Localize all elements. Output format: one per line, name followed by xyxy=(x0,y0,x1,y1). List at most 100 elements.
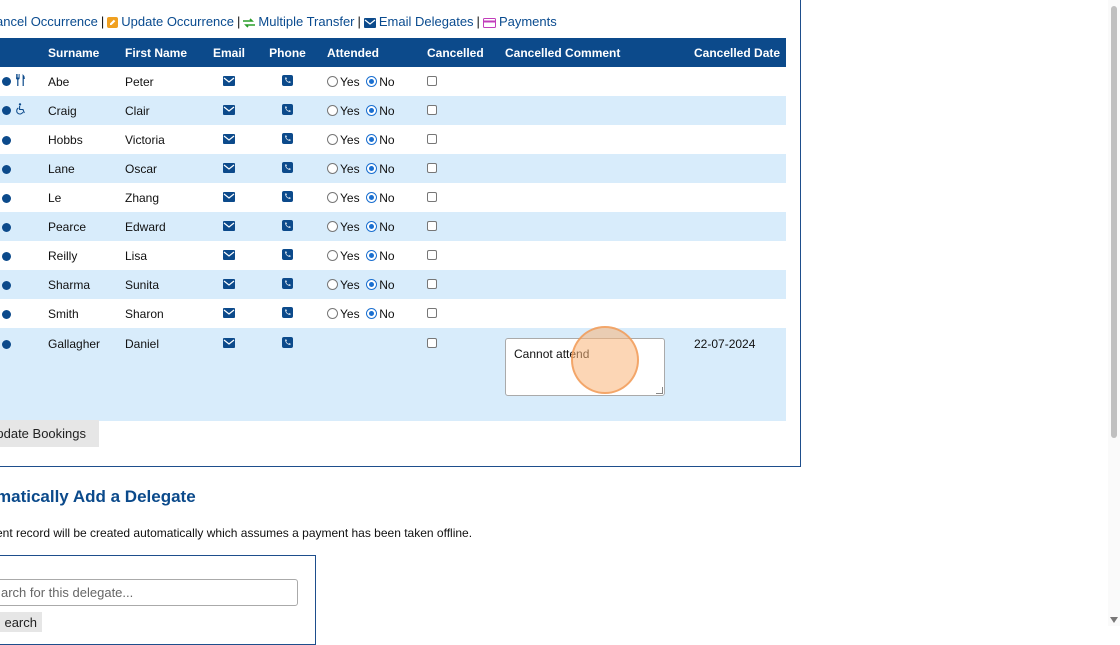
payments-link[interactable]: Payments xyxy=(499,14,557,29)
envelope-icon[interactable] xyxy=(223,75,235,89)
credit-card-icon xyxy=(482,16,496,31)
phone-cell xyxy=(256,96,319,125)
phone-icon[interactable] xyxy=(282,277,293,292)
info-icon[interactable] xyxy=(2,251,11,261)
phone-icon[interactable] xyxy=(282,219,293,234)
info-icon[interactable] xyxy=(2,340,11,350)
cancelled-date-cell xyxy=(686,241,786,270)
cancelled-checkbox[interactable] xyxy=(427,191,437,202)
envelope-icon[interactable] xyxy=(223,307,235,321)
email-delegates-link[interactable]: Email Delegates xyxy=(379,14,474,29)
update-occurrence-link[interactable]: Update Occurrence xyxy=(121,14,234,29)
attended-no-radio[interactable] xyxy=(366,307,378,319)
phone-icon[interactable] xyxy=(282,132,293,147)
surname-cell: Abe xyxy=(48,74,70,89)
info-icon[interactable] xyxy=(2,77,11,87)
info-icon[interactable] xyxy=(2,193,11,203)
cancelled-comment-cell xyxy=(497,67,686,96)
attended-yes-radio[interactable] xyxy=(327,75,338,87)
phone-icon[interactable] xyxy=(282,248,293,263)
phone-icon[interactable] xyxy=(282,103,293,118)
table-header-row: Surname First Name Email Phone Attended … xyxy=(0,38,786,67)
attended-no-radio[interactable] xyxy=(366,133,378,145)
cancelled-checkbox[interactable] xyxy=(427,162,437,173)
info-icon[interactable] xyxy=(2,280,11,290)
table-row: Hobbs Victoria Yes No xyxy=(0,125,786,154)
envelope-icon[interactable] xyxy=(223,104,235,118)
phone-icon[interactable] xyxy=(282,306,293,321)
info-icon[interactable] xyxy=(2,135,11,145)
attended-no-radio[interactable] xyxy=(366,104,378,116)
cancelled-checkbox[interactable] xyxy=(427,249,437,260)
row-flags xyxy=(0,270,40,299)
vertical-scrollbar[interactable] xyxy=(1108,0,1120,626)
email-cell xyxy=(202,212,256,241)
attended-no-radio[interactable] xyxy=(366,249,378,261)
row-flags xyxy=(0,125,40,154)
cancelled-checkbox[interactable] xyxy=(427,133,437,144)
phone-icon[interactable] xyxy=(282,190,293,205)
attended-yes-radio[interactable] xyxy=(327,133,338,145)
cancelled-cell xyxy=(419,154,497,183)
envelope-icon[interactable] xyxy=(223,337,235,351)
surname-cell: Le xyxy=(48,190,62,205)
attended-no-radio[interactable] xyxy=(366,191,378,203)
cancelled-date-cell xyxy=(686,154,786,183)
attended-yes-radio[interactable] xyxy=(327,220,338,232)
cancelled-checkbox[interactable] xyxy=(427,75,437,86)
surname-cell: Hobbs xyxy=(48,132,83,147)
phone-icon[interactable] xyxy=(282,337,293,351)
attended-yes-radio[interactable] xyxy=(327,162,338,174)
surname-cell: Craig xyxy=(40,96,117,125)
attended-no-radio[interactable] xyxy=(366,278,378,290)
info-icon[interactable] xyxy=(2,222,11,232)
col-header-first-name[interactable]: First Name xyxy=(117,38,202,67)
phone-icon[interactable] xyxy=(282,74,293,89)
resize-handle[interactable] xyxy=(656,387,663,394)
attended-no-radio[interactable] xyxy=(366,220,378,232)
cancelled-cell xyxy=(419,212,497,241)
cancelled-comment-cell xyxy=(497,299,686,328)
scroll-down-arrow[interactable] xyxy=(1110,617,1118,623)
row-flags xyxy=(0,96,40,125)
cancelled-cell xyxy=(419,299,497,328)
info-icon[interactable] xyxy=(2,164,11,174)
attended-yes-radio[interactable] xyxy=(327,278,338,290)
yes-label: Yes xyxy=(340,306,360,321)
cancelled-checkbox[interactable] xyxy=(427,220,437,231)
first-name-cell: Sunita xyxy=(117,270,202,299)
phone-icon[interactable] xyxy=(282,161,293,176)
envelope-icon[interactable] xyxy=(223,278,235,292)
yes-label: Yes xyxy=(340,277,360,292)
cancelled-checkbox[interactable] xyxy=(427,307,437,318)
attended-cell: Yes No xyxy=(319,125,419,154)
attended-no-radio[interactable] xyxy=(366,75,378,87)
info-icon[interactable] xyxy=(2,309,11,319)
search-button[interactable]: earch xyxy=(0,612,42,632)
envelope-icon[interactable] xyxy=(223,162,235,176)
attended-no-radio[interactable] xyxy=(366,162,378,174)
cancel-occurrence-link[interactable]: ancel Occurrence xyxy=(0,14,98,29)
cancelled-checkbox[interactable] xyxy=(427,104,437,115)
attended-cell: Yes No xyxy=(319,212,419,241)
cancelled-checkbox[interactable] xyxy=(427,338,437,348)
cancelled-cell xyxy=(419,328,497,421)
attended-yes-radio[interactable] xyxy=(327,307,338,319)
table-row: Le Zhang Yes No xyxy=(0,183,786,212)
transfer-icon xyxy=(243,16,256,31)
attended-yes-radio[interactable] xyxy=(327,191,338,203)
table-row: Smith Sharon Yes No xyxy=(0,299,786,328)
update-bookings-button[interactable]: pdate Bookings xyxy=(0,420,99,447)
envelope-icon[interactable] xyxy=(223,133,235,147)
envelope-icon[interactable] xyxy=(223,220,235,234)
col-header-surname[interactable]: Surname xyxy=(40,38,117,67)
delegate-search-input[interactable]: arch for this delegate... xyxy=(0,579,298,606)
envelope-icon[interactable] xyxy=(223,191,235,205)
attended-yes-radio[interactable] xyxy=(327,249,338,261)
scrollbar-thumb[interactable] xyxy=(1111,6,1117,438)
attended-yes-radio[interactable] xyxy=(327,104,338,116)
info-icon[interactable] xyxy=(2,106,11,116)
envelope-icon[interactable] xyxy=(223,249,235,263)
cancelled-checkbox[interactable] xyxy=(427,278,437,289)
multiple-transfer-link[interactable]: Multiple Transfer xyxy=(258,14,354,29)
